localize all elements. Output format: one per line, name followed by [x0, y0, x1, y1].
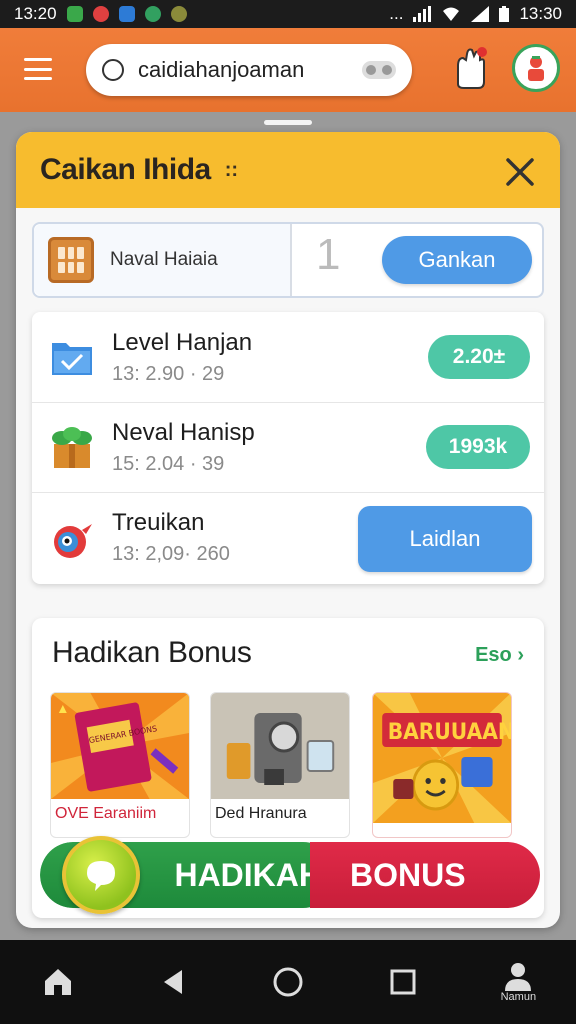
folder-check-icon [52, 343, 92, 375]
coins-icon: BARUUAAN [373, 693, 511, 823]
list-item-text: Neval Hanisp 15: 2.04 · 39 [112, 419, 255, 476]
profile-icon [505, 963, 532, 991]
menu-button[interactable] [24, 58, 52, 80]
avatar[interactable] [512, 44, 560, 92]
nav-home-circle[interactable] [258, 952, 318, 1012]
status-left: 13:20 [14, 4, 187, 24]
list-item[interactable]: Treuikan 13: 2,09· 260 Laidlan [32, 492, 544, 582]
coffee-machine-icon [211, 693, 349, 799]
see-all-link[interactable]: Eso › [475, 644, 524, 667]
chat-badge[interactable] [62, 836, 140, 914]
bird-icon [54, 523, 92, 558]
laidlan-button[interactable]: Laidlan [358, 506, 532, 572]
list-item-title: Level Hanjan [112, 328, 253, 356]
grip-icon: :: [224, 158, 239, 181]
status-time-left: 13:20 [14, 4, 57, 23]
bottom-sheet: Caikan Ihida :: Naval Haiaia 1 Gankan Le… [16, 132, 560, 928]
summary-separator: 1 [316, 230, 341, 279]
list-item-title: Treuikan [112, 509, 205, 536]
notification-app-icon [170, 6, 187, 22]
nav-back[interactable] [143, 952, 203, 1012]
notification-app-icon [118, 6, 135, 22]
chevron-right-icon: › [517, 644, 524, 666]
list-item-subtitle: 13: 2.90 · 29 [112, 362, 225, 385]
chat-bubble-icon [87, 861, 115, 891]
notification-app-icon [144, 6, 161, 22]
avatar-figure-icon [528, 56, 544, 81]
wave-hand-icon[interactable] [452, 46, 490, 90]
bonus-tile[interactable]: Ded Hranura [210, 692, 350, 838]
item-list: Level Hanjan 13: 2.90 · 29 2.20± Neval H… [32, 312, 544, 584]
search-bar[interactable]: caidiahanjoaman [86, 44, 412, 96]
status-right: ... 13:30 [389, 4, 562, 24]
status-time-right: 13:30 [519, 4, 562, 23]
tile-label: Ded Hranura [215, 805, 307, 822]
cell-signal-icon [471, 6, 490, 22]
more-dots-icon: ... [389, 4, 404, 23]
circle-home-icon [273, 967, 303, 997]
bonus-tile[interactable]: GENERAR BOONS OVE Earaniim [50, 692, 190, 838]
summary-label: Naval Haiaia [110, 249, 218, 270]
home-icon [44, 969, 71, 995]
list-item-title: Neval Hanisp [112, 419, 255, 446]
system-nav-bar: Namun [0, 940, 576, 1024]
notification-app-icon [66, 6, 83, 22]
status-bar: 13:20 ... 13:30 [0, 0, 576, 28]
app-bar: caidiahanjoaman [0, 28, 576, 112]
search-input[interactable]: caidiahanjoaman [138, 57, 362, 83]
list-item-subtitle: 15: 2.04 · 39 [112, 453, 225, 475]
book-icon: GENERAR BOONS [51, 693, 189, 799]
list-item-subtitle: 13: 2,09· 260 [112, 543, 230, 565]
back-icon [163, 970, 182, 994]
menu-icon [24, 58, 52, 61]
sheet-header: Caikan Ihida :: [16, 132, 560, 208]
banner-right-text: BONUS [310, 842, 540, 908]
value-pill[interactable]: 1993k [426, 425, 530, 469]
tile-label: OVE Earaniim [55, 805, 157, 822]
summary-bar: Naval Haiaia 1 Gankan [32, 222, 544, 298]
notification-app-icon [92, 6, 109, 22]
menu-icon-line [24, 67, 52, 71]
table-icon [48, 237, 94, 283]
recents-icon [390, 969, 416, 995]
wifi-icon [443, 7, 460, 21]
list-item-text: Level Hanjan 13: 2.90 · 29 [112, 329, 252, 386]
signal-icon [413, 6, 432, 22]
see-all-label: Eso [475, 644, 512, 666]
value-pill[interactable]: 2.20± [428, 335, 530, 379]
search-options-icon[interactable] [362, 61, 396, 79]
list-item[interactable]: Level Hanjan 13: 2.90 · 29 2.20± [32, 312, 544, 402]
battery-icon [499, 6, 510, 22]
close-icon[interactable] [500, 152, 540, 192]
section-title: Hadikan Bonus [52, 636, 252, 669]
menu-icon-line [24, 77, 52, 80]
nav-home[interactable] [28, 952, 88, 1012]
list-item[interactable]: Neval Hanisp 15: 2.04 · 39 1993k [32, 402, 544, 492]
search-icon [102, 59, 124, 81]
nav-profile[interactable]: Namun [488, 952, 548, 1012]
tile-art-text: BARUUAAN [388, 718, 511, 744]
summary-item[interactable]: Naval Haiaia [34, 224, 292, 296]
gift-box-icon [52, 426, 92, 468]
sheet-title: Caikan Ihida [40, 153, 211, 186]
list-item-text: Treuikan 13: 2,09· 260 [112, 509, 230, 566]
gankan-button[interactable]: Gankan [382, 236, 532, 284]
nav-recents[interactable] [373, 952, 433, 1012]
bonus-tile[interactable]: BARUUAAN [372, 692, 512, 838]
sheet-drag-handle[interactable] [264, 120, 312, 125]
nav-profile-label: Namun [500, 991, 537, 1003]
